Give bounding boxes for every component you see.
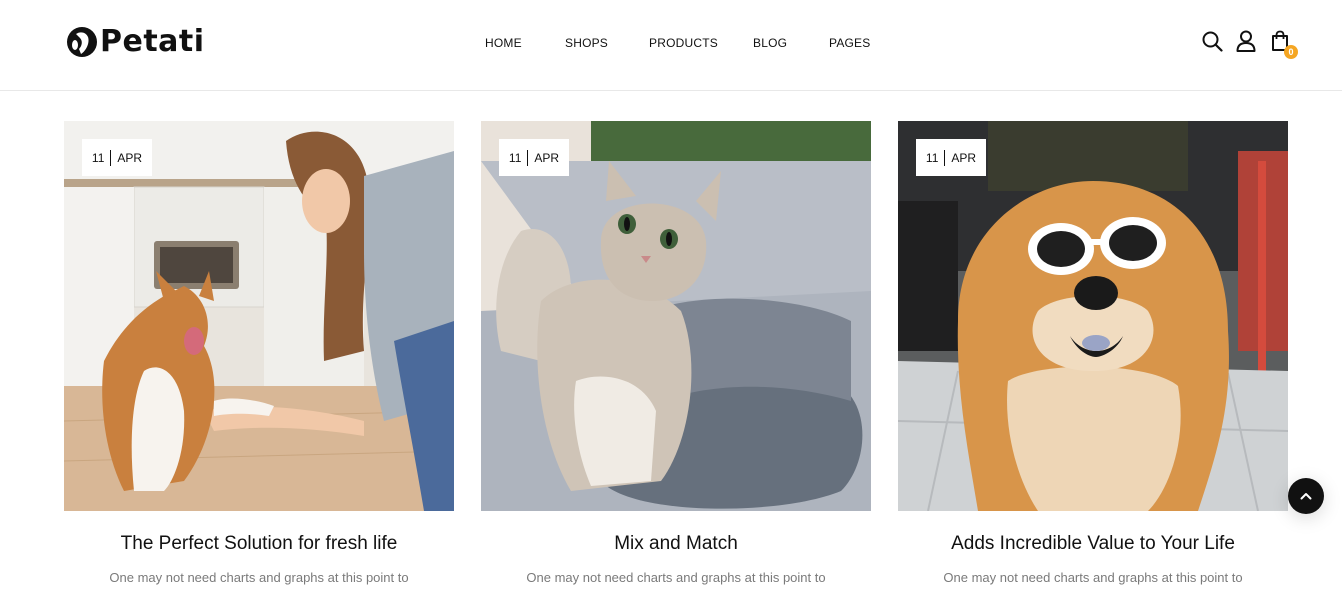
nav-home[interactable]: HOME [485,35,522,51]
post-date-badge: 11 APR [499,139,569,176]
post-date-month: APR [534,150,560,165]
blog-card: 11 APR The Perfect Solution for fresh li… [64,121,454,591]
post-date-day: 11 [925,150,939,165]
chevron-up-icon [1300,493,1312,500]
post-title[interactable]: Mix and Match [481,531,871,557]
post-date-day: 11 [91,150,105,165]
date-divider [110,149,112,166]
main-nav: HOME SHOPS PRODUCTS BLOG PAGES [0,35,1342,51]
search-icon[interactable] [1201,30,1223,52]
user-icon[interactable] [1235,30,1257,52]
site-header: Petati HOME SHOPS PRODUCTS BLOG PAGES 0 [0,0,1342,91]
post-title[interactable]: The Perfect Solution for fresh life [64,531,454,557]
post-title[interactable]: Adds Incredible Value to Your Life [898,531,1288,557]
blog-card: 11 APR Mix and Match One may not need ch… [481,121,871,591]
nav-pages[interactable]: PAGES [829,35,870,51]
nav-products[interactable]: PRODUCTS [649,35,718,51]
post-date-month: APR [117,150,143,165]
post-date-badge: 11 APR [916,139,986,176]
cart-count-badge: 0 [1284,45,1298,59]
nav-shops[interactable]: SHOPS [565,35,608,51]
scroll-to-top-button[interactable] [1288,478,1324,514]
woman-with-corgi-photo[interactable]: 11 APR [64,121,454,511]
post-date-day: 11 [508,150,522,165]
kitten-on-pillow-photo[interactable]: 11 APR [481,121,871,511]
header-actions: 0 [1201,30,1298,59]
shopping-bag-icon[interactable]: 0 [1269,30,1298,59]
post-excerpt: One may not need charts and graphs at th… [109,570,409,585]
blog-card: 11 APR Adds Incredible Value to Your Lif… [898,121,1288,591]
dog-with-sunglasses-photo[interactable]: 11 APR [898,121,1288,511]
date-divider [527,149,529,166]
post-date-badge: 11 APR [82,139,152,176]
blog-post-grid: 11 APR The Perfect Solution for fresh li… [64,121,1288,591]
post-excerpt: One may not need charts and graphs at th… [943,570,1243,585]
post-excerpt: One may not need charts and graphs at th… [526,570,826,585]
nav-blog[interactable]: BLOG [753,35,787,51]
post-date-month: APR [951,150,977,165]
date-divider [944,149,946,166]
